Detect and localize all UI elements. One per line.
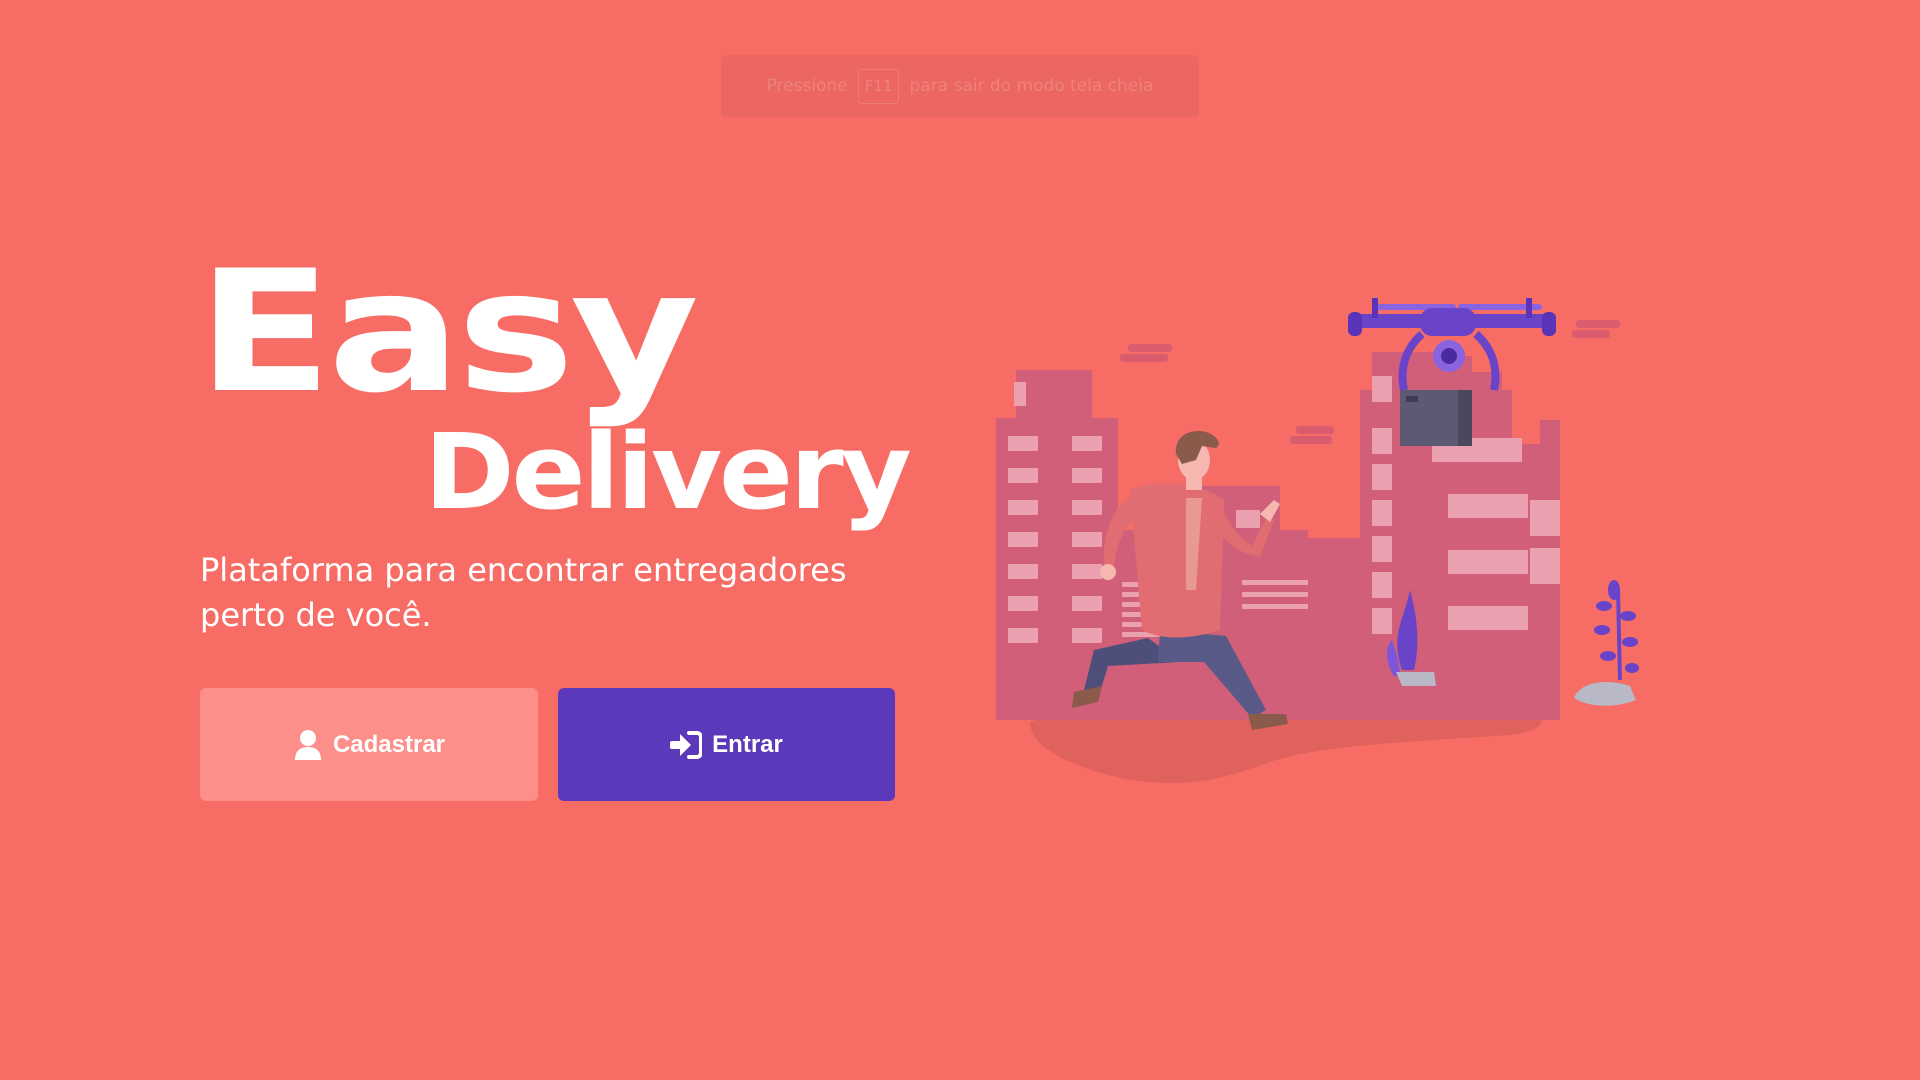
brand-title-easy: Easy <box>197 234 699 430</box>
fullscreen-hint-suffix: para sair do modo tela cheia <box>909 76 1154 96</box>
plant-right <box>1574 580 1639 706</box>
register-button[interactable]: Cadastrar <box>200 688 538 801</box>
tagline: Plataforma para encontrar entregadores p… <box>200 551 847 634</box>
fullscreen-hint-prefix: Pressione <box>766 76 848 96</box>
user-icon <box>293 729 323 761</box>
delivery-drone-city-illustration <box>990 290 1650 790</box>
login-button[interactable]: Entrar <box>558 688 895 801</box>
login-button-label: Entrar <box>712 730 783 758</box>
sign-in-icon <box>670 730 703 759</box>
fullscreen-hint: Pressione F11 para sair do modo tela che… <box>721 55 1199 117</box>
brand-title-delivery: Delivery <box>424 411 912 533</box>
f11-key-badge: F11 <box>857 68 900 104</box>
register-button-label: Cadastrar <box>332 730 446 758</box>
